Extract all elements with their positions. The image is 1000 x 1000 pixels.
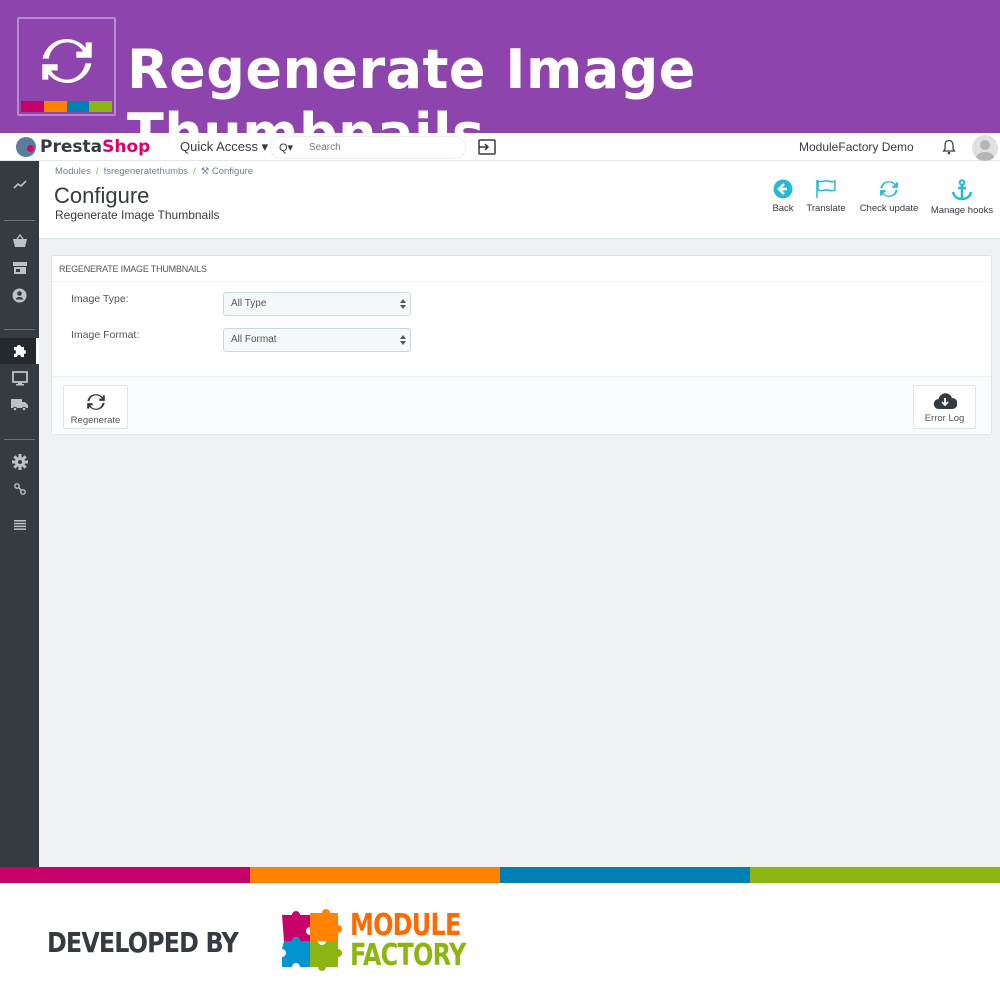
search-input[interactable] (309, 140, 459, 155)
brand-color-bar (0, 867, 1000, 883)
regenerate-label: Regenerate (70, 415, 121, 426)
sidebar-item-design[interactable] (0, 365, 39, 391)
brand-line-module: MODULE (350, 908, 461, 943)
refresh-icon (42, 39, 92, 83)
page-title: Configure (54, 183, 150, 208)
check-update-label: Check update (859, 203, 919, 214)
regenerate-panel: REGENERATE IMAGE THUMBNAILS Image Type: … (51, 255, 992, 434)
orders-basket-icon (12, 234, 27, 247)
brand-stripes (21, 101, 112, 112)
sidebar-item-shipping[interactable] (0, 392, 39, 418)
brand-name-part2: Shop (102, 137, 151, 157)
sidebar-item-customers[interactable] (0, 282, 39, 308)
manage-hooks-button[interactable]: Manage hooks (928, 179, 996, 216)
sidebar-separator (4, 439, 35, 440)
image-type-value: All Type (231, 298, 267, 309)
sidebar-item-modules[interactable] (0, 338, 39, 364)
sidebar-item-catalog[interactable] (0, 255, 39, 281)
modules-puzzle-icon (13, 345, 26, 357)
stats-icon (12, 180, 27, 189)
image-type-select[interactable]: All Type (223, 292, 411, 316)
refresh-icon (880, 181, 898, 197)
translate-label: Translate (806, 203, 846, 214)
image-type-label: Image Type: (71, 293, 129, 305)
sidebar-item-settings[interactable] (0, 449, 39, 475)
wrench-icon: ⚒︎ (200, 166, 212, 177)
prestashop-logo[interactable]: Presta Shop (16, 137, 150, 157)
developer-footer: DEVELOPED BY MODULE FACTORY (0, 883, 1000, 1000)
panel-heading: REGENERATE IMAGE THUMBNAILS (52, 256, 991, 282)
page-subtitle: Regenerate Image Thumbnails (55, 208, 220, 222)
admin-topbar: PrestaShop Quick Access ▾ Q▾ ModuleFacto… (0, 133, 1000, 161)
sidebar-item-advanced[interactable] (0, 476, 39, 502)
developed-by-label: DEVELOPED BY (47, 926, 239, 959)
customers-icon (12, 288, 27, 302)
shipping-truck-icon (11, 399, 28, 411)
sidebar-item-orders[interactable] (0, 228, 39, 254)
select-arrows-icon (400, 335, 406, 345)
settings-gear-icon (11, 454, 28, 470)
cloud-download-icon (933, 393, 957, 410)
refresh-icon (86, 394, 105, 410)
search-icon[interactable]: Q▾ (279, 141, 293, 154)
panel-title: REGENERATE IMAGE THUMBNAILS (59, 264, 207, 274)
breadcrumb-configure: Configure (211, 166, 254, 177)
panel-footer: Regenerate Error Log (52, 376, 991, 434)
back-label: Back (772, 203, 794, 214)
breadcrumb-modules[interactable]: Modules (55, 166, 91, 177)
notifications-bell-icon[interactable] (942, 139, 956, 155)
image-format-select[interactable]: All Format (223, 328, 411, 352)
quick-access-dropdown[interactable]: Quick Access ▾ (180, 139, 268, 155)
puzzle-logo-icon (282, 909, 342, 971)
brand-name-part1: Presta (40, 137, 103, 157)
catalog-store-icon (12, 262, 27, 274)
search-box: Q▾ (270, 136, 466, 159)
check-update-button[interactable]: Check update (857, 179, 921, 214)
banner-logo (17, 17, 116, 116)
flag-icon (816, 179, 836, 198)
sidebar-separator (4, 220, 35, 221)
error-log-button[interactable]: Error Log (913, 385, 976, 429)
design-monitor-icon (11, 370, 28, 385)
menu-collapse-icon (13, 520, 26, 530)
sidebar-separator (4, 329, 35, 330)
main-content: Modules / fsregeneratethumbs / ⚒︎ Configure … (39, 161, 1000, 867)
regenerate-button[interactable]: Regenerate (63, 385, 128, 429)
anchor-icon (951, 179, 973, 201)
translate-button[interactable]: Translate (804, 179, 848, 214)
breadcrumb: Modules / fsregeneratethumbs / ⚒︎ Configure (55, 166, 254, 177)
back-button[interactable]: Back (770, 179, 796, 214)
back-arrow-icon (773, 179, 793, 199)
prestashop-bird-icon (16, 137, 36, 157)
view-shop-icon[interactable] (478, 139, 496, 155)
advanced-link-icon (13, 483, 26, 495)
select-arrows-icon (400, 299, 406, 309)
module-factory-wordmark: MODULE FACTORY (350, 911, 466, 971)
image-format-label: Image Format: (71, 329, 140, 341)
page-header: Modules / fsregeneratethumbs / ⚒︎ Configure … (39, 161, 1000, 239)
error-log-label: Error Log (924, 413, 965, 424)
employee-avatar[interactable] (972, 135, 998, 161)
sidebar-item-stats[interactable] (0, 172, 39, 198)
user-silhouette-icon (975, 140, 995, 161)
shop-name[interactable]: ModuleFactory Demo (799, 140, 914, 154)
image-format-value: All Format (231, 334, 277, 345)
brand-line-factory: FACTORY (350, 938, 466, 973)
manage-hooks-label: Manage hooks (930, 205, 994, 216)
admin-sidebar (0, 161, 39, 867)
promo-banner: Regenerate Image Thumbnails (0, 0, 1000, 165)
breadcrumb-module-name[interactable]: fsregeneratethumbs (104, 166, 189, 177)
sidebar-collapse-toggle[interactable] (0, 512, 39, 538)
